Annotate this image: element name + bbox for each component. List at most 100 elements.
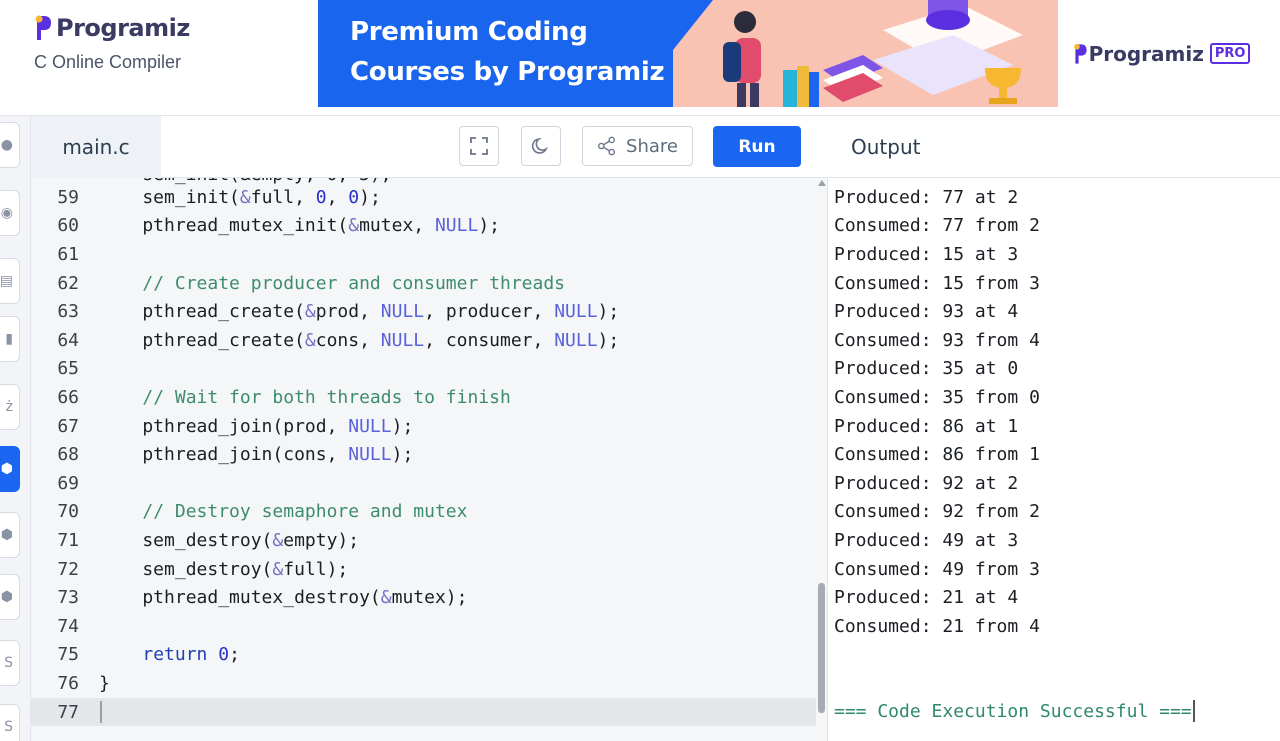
output-line: Consumed: 86 from 1 (834, 444, 1040, 466)
output-line: Consumed: 21 from 4 (834, 615, 1040, 637)
python-icon[interactable]: ● (0, 122, 20, 168)
line-number: 73 (57, 587, 79, 609)
line-number: 61 (57, 243, 79, 265)
code-line[interactable]: 62 // Create producer and consumer threa… (31, 269, 816, 298)
line-code: sem_destroy(&empty); (99, 529, 360, 551)
output-line: Produced: 21 at 4 (834, 587, 1019, 609)
js-icon[interactable]: S (0, 640, 20, 686)
code-line[interactable]: 60 pthread_mutex_init(&mutex, NULL); (31, 212, 816, 241)
output-line: Produced: 15 at 3 (834, 243, 1019, 265)
output-panel: Produced: 77 at 2 Consumed: 77 from 2 Prod… (829, 178, 1280, 741)
swift-icon[interactable]: S (0, 704, 20, 741)
code-line[interactable]: 63 pthread_create(&prod, NULL, producer,… (31, 297, 816, 326)
output-line: Produced: 93 at 4 (834, 301, 1019, 323)
code-line[interactable]: 77 (31, 697, 816, 727)
line-number: 62 (57, 272, 79, 294)
run-button[interactable]: Run (713, 126, 801, 167)
tab-main-c[interactable]: main.c (31, 116, 161, 178)
line-code: pthread_join(prod, NULL); (99, 415, 414, 437)
brand[interactable]: Programiz C Online Compiler (34, 14, 190, 73)
banner-headline: Premium Coding Courses by Programiz (350, 12, 665, 92)
output-line: Produced: 86 at 1 (834, 415, 1019, 437)
code-line[interactable]: 72 sem_destroy(&full); (31, 555, 816, 584)
moon-icon (531, 137, 549, 154)
output-line: Consumed: 77 from 2 (834, 215, 1040, 237)
code-line[interactable]: 68 pthread_join(cons, NULL); (31, 440, 816, 469)
line-code: pthread_mutex_destroy(&mutex); (99, 587, 468, 609)
scroll-thumb[interactable] (818, 583, 825, 713)
line-code: return 0; (142, 644, 240, 666)
output-title: Output (851, 134, 921, 159)
line-code: pthread_join(cons, NULL); (99, 444, 414, 466)
programiz-pro-logo: Programiz PRO (1058, 0, 1265, 107)
output-line: Consumed: 92 from 2 (834, 501, 1040, 523)
line-number: 65 (57, 358, 79, 380)
output-line: Produced: 49 at 3 (834, 529, 1019, 551)
text-cursor (100, 701, 102, 724)
banner-line-2: Courses by Programiz (350, 57, 665, 87)
ad-banner[interactable]: Premium Coding Courses by Programiz Prog… (318, 0, 1265, 107)
line-code: } (99, 672, 110, 694)
code-line[interactable]: 75 return 0; (31, 641, 816, 670)
code-line[interactable]: 69 (31, 469, 816, 498)
line-code: sem_destroy(&full); (99, 558, 349, 580)
c-icon[interactable]: ⬢ (0, 446, 20, 492)
line-number: 68 (57, 444, 79, 466)
code-line[interactable]: 64 pthread_create(&cons, NULL, consumer,… (31, 326, 816, 355)
line-number: 72 (57, 558, 79, 580)
code-editor[interactable]: sem_init(&empty, 0, 5); 59 sem_init(&ful… (31, 178, 816, 741)
code-line[interactable]: 59 sem_init(&full, 0, 0); (31, 183, 816, 212)
code-line[interactable]: 70 // Destroy semaphore and mutex (31, 498, 816, 527)
cpp-icon[interactable]: ⬢ (0, 512, 20, 558)
language-rail: ● ◉ ▤ ▮ ż ⬢ ⬢ ⬢ S S (0, 116, 31, 741)
compiler-subtitle: C Online Compiler (34, 52, 182, 72)
output-line: Consumed: 93 from 4 (834, 329, 1040, 351)
code-line[interactable]: 73 pthread_mutex_destroy(&mutex); (31, 583, 816, 612)
line-number: 76 (57, 672, 79, 694)
line-code: sem_init(&full, 0, 0); (99, 186, 381, 208)
brand-name: Programiz (56, 14, 190, 42)
code-line[interactable]: 76} (31, 669, 816, 698)
line-number: 60 (57, 215, 79, 237)
scroll-up-icon[interactable] (818, 180, 826, 186)
html-icon[interactable]: ▮ (0, 316, 20, 362)
fullscreen-button[interactable] (459, 126, 499, 166)
share-icon (598, 136, 616, 156)
programiz-pro-mark-icon (1073, 43, 1087, 64)
line-code: pthread_mutex_init(&mutex, NULL); (99, 215, 500, 237)
editor-toolbar: main.c Share Run (31, 116, 828, 178)
share-button[interactable]: Share (582, 126, 693, 166)
execution-status-text: === Code Execution Successful === (834, 700, 1192, 722)
output-cursor (1192, 700, 1195, 722)
line-number: 74 (57, 615, 79, 637)
code-line[interactable]: 61 (31, 240, 816, 269)
execution-status: === Code Execution Successful === (834, 700, 1195, 722)
code-line[interactable]: 65 (31, 355, 816, 384)
code-line[interactable]: 66 // Wait for both threads to finish (31, 383, 816, 412)
programiz-logo: Programiz (34, 14, 190, 42)
line-number: 59 (57, 186, 79, 208)
output-line: Produced: 35 at 0 (834, 358, 1019, 380)
sql-icon[interactable]: ▤ (0, 258, 20, 304)
output-line: Produced: 92 at 2 (834, 472, 1019, 494)
code-line[interactable]: 74 (31, 612, 816, 641)
r-icon[interactable]: ◉ (0, 190, 20, 236)
programiz-logo-mark-icon (35, 15, 51, 40)
output-line: Consumed: 15 from 3 (834, 272, 1040, 294)
top-header: Programiz C Online Compiler Premium Codi… (0, 0, 1280, 116)
editor-scrollbar[interactable] (816, 178, 828, 741)
code-line[interactable]: 71 sem_destroy(&empty); (31, 526, 816, 555)
java-icon[interactable]: ż (0, 384, 20, 430)
line-number: 75 (57, 644, 79, 666)
csharp-icon[interactable]: ⬢ (0, 574, 20, 620)
line-number: 66 (57, 386, 79, 408)
line-code: // Create producer and consumer threads (142, 272, 565, 294)
code-line[interactable]: 67 pthread_join(prod, NULL); (31, 412, 816, 441)
output-line: Consumed: 49 from 3 (834, 558, 1040, 580)
fullscreen-icon (470, 137, 488, 155)
line-number: 64 (57, 329, 79, 351)
line-number: 70 (57, 501, 79, 523)
banner-illustration (673, 0, 1058, 107)
dark-mode-button[interactable] (521, 126, 561, 166)
line-number: 71 (57, 529, 79, 551)
